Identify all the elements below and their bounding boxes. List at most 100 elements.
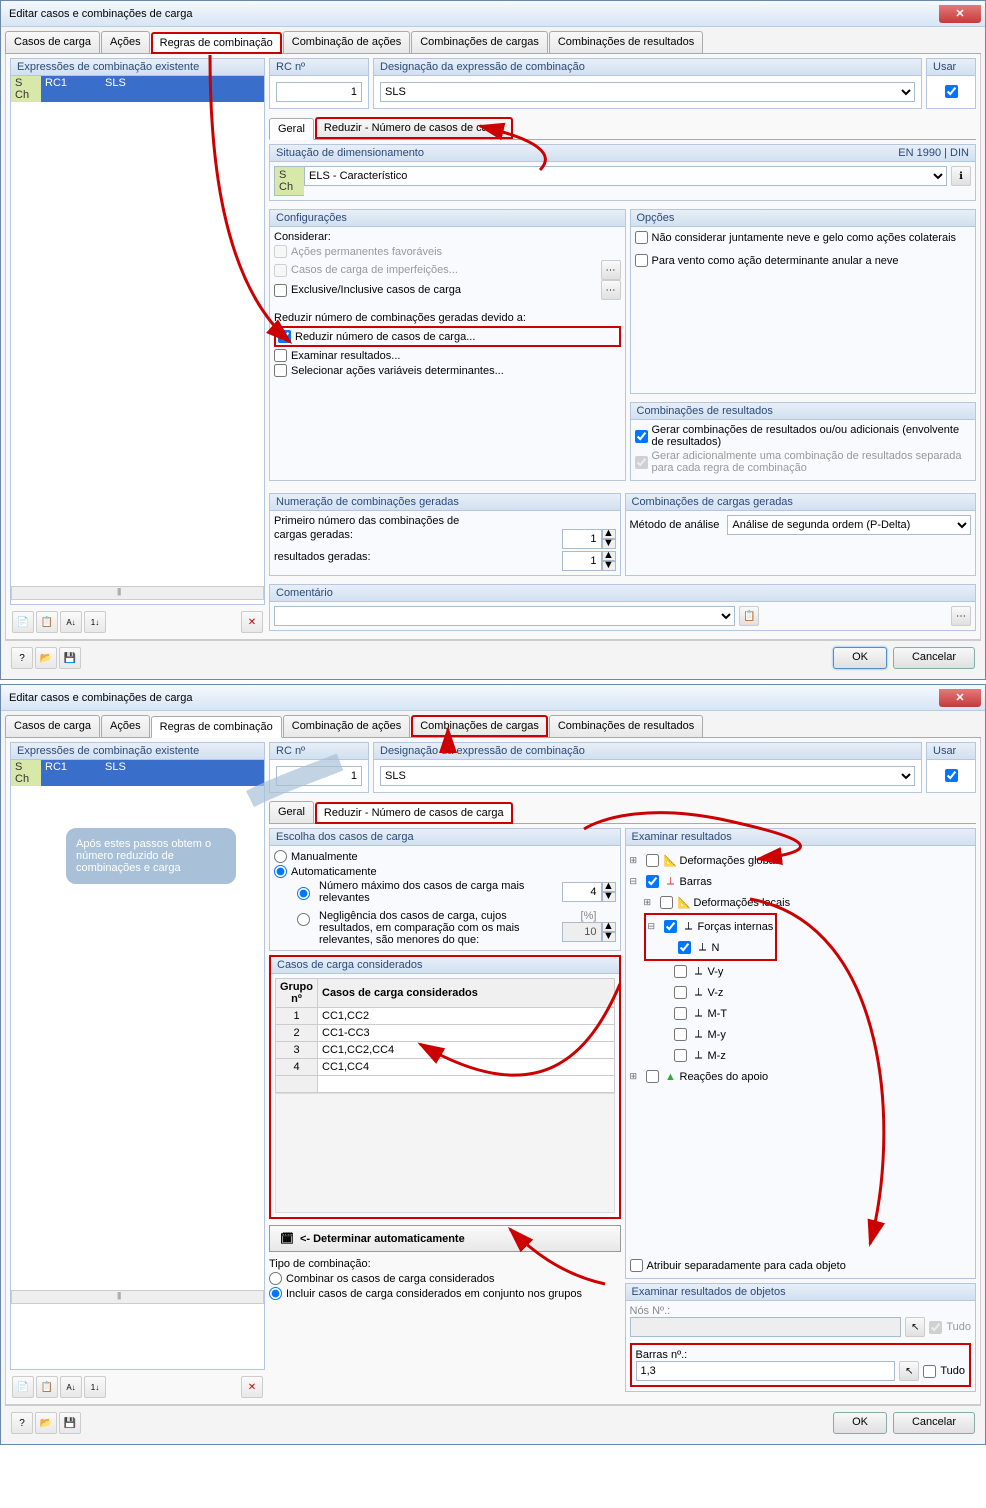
table-row[interactable]: 2CC1-CC3 [276, 1025, 615, 1042]
sort-az-icon[interactable]: A↓ [60, 611, 82, 633]
tab-load-combinations[interactable]: Combinações de cargas [411, 715, 548, 737]
ok-button[interactable]: OK [833, 1412, 887, 1434]
radio-max-relevant[interactable] [297, 887, 310, 900]
edit-icon[interactable]: ⋯ [601, 260, 621, 280]
radio-auto[interactable] [274, 865, 287, 878]
tab-result-combinations[interactable]: Combinações de resultados [549, 31, 703, 53]
pick-icon[interactable]: ↖ [905, 1317, 925, 1337]
negligence-input [562, 922, 602, 942]
bars-input[interactable] [636, 1361, 896, 1381]
sch-tag: S Ch [11, 760, 41, 786]
spin-load-combos[interactable] [562, 529, 602, 549]
chk-gen-result-combo[interactable] [635, 430, 648, 443]
new-icon[interactable]: 📄 [12, 611, 34, 633]
use-checkbox[interactable] [945, 85, 958, 98]
designation-select[interactable]: SLS [380, 82, 915, 102]
designation-select[interactable]: SLS [380, 766, 915, 786]
choice-header: Escolha dos casos de carga [270, 829, 620, 846]
tab-actions[interactable]: Ações [101, 31, 150, 53]
considered-header: Casos de carga considerados [271, 957, 619, 974]
save-icon[interactable]: 💾 [59, 647, 81, 669]
scrollbar[interactable] [11, 586, 264, 600]
tab-action-combinations[interactable]: Combinação de ações [283, 31, 410, 53]
tab-load-cases[interactable]: Casos de carga [5, 715, 100, 737]
open-icon[interactable]: 📂 [35, 647, 57, 669]
table-row[interactable]: 1CC1,CC2 [276, 1008, 615, 1025]
chk-wind-snow[interactable] [635, 254, 648, 267]
numbering-label: Primeiro número das combinações de [274, 515, 616, 527]
cancel-button[interactable]: Cancelar [893, 647, 975, 669]
bars-label: Barras nº.: [636, 1349, 966, 1361]
chk-attr-separate[interactable] [630, 1259, 643, 1272]
tab-combination-rules[interactable]: Regras de combinação [151, 716, 282, 738]
save-icon[interactable]: 💾 [59, 1412, 81, 1434]
list-item[interactable]: S Ch RC1 SLS [11, 76, 264, 102]
chk-select-determinant[interactable] [274, 364, 287, 377]
table-row[interactable]: 4CC1,CC4 [276, 1059, 615, 1076]
max-relevant-input[interactable] [562, 882, 602, 902]
rc-id: RC1 [41, 76, 101, 102]
chk-gen-separate [635, 456, 648, 469]
cancel-button[interactable]: Cancelar [893, 1412, 975, 1434]
spin-down-icon[interactable]: ▼ [602, 561, 616, 571]
delete-icon[interactable]: ✕ [241, 1376, 263, 1398]
sort-az-icon[interactable]: A↓ [60, 1376, 82, 1398]
copy-icon[interactable]: 📋 [36, 611, 58, 633]
determine-auto-button[interactable]: 🗓 <- Determinar automaticamente [269, 1225, 621, 1252]
tab-action-combinations[interactable]: Combinação de ações [283, 715, 410, 737]
tab-combination-rules[interactable]: Regras de combinação [151, 32, 282, 54]
use-checkbox[interactable] [945, 769, 958, 782]
chk-reduce-loadcases[interactable] [278, 330, 291, 343]
spin-down-icon[interactable]: ▼ [602, 892, 616, 902]
ok-button[interactable]: OK [833, 647, 887, 669]
results-tree[interactable]: ⊞📐Deformações globais ⊟⟂Barras ⊞📐Deforma… [630, 850, 972, 1087]
titlebar: Editar casos e combinações de carga ✕ [1, 1, 985, 27]
tab-actions[interactable]: Ações [101, 715, 150, 737]
radio-manual[interactable] [274, 850, 287, 863]
help-icon[interactable]: ? [11, 1412, 33, 1434]
tab-result-combinations[interactable]: Combinações de resultados [549, 715, 703, 737]
close-button[interactable]: ✕ [939, 689, 981, 707]
radio-combine-considered[interactable] [269, 1272, 282, 1285]
delete-icon[interactable]: ✕ [241, 611, 263, 633]
tab-load-combinations[interactable]: Combinações de cargas [411, 31, 548, 53]
design-situation-select[interactable]: ELS - Característico [304, 166, 947, 186]
expression-list[interactable]: S Ch RC1 SLS [11, 76, 264, 586]
tab-load-cases[interactable]: Casos de carga [5, 31, 100, 53]
annotation-callout: Após estes passos obtem o número reduzid… [66, 828, 236, 884]
considered-table: Grupo nºCasos de carga considerados 1CC1… [275, 978, 615, 1093]
open-icon[interactable]: 📂 [35, 1412, 57, 1434]
pick-icon[interactable]: ↖ [899, 1361, 919, 1381]
radio-negligence[interactable] [297, 913, 310, 926]
chk-examine-results[interactable] [274, 349, 287, 362]
table-row[interactable]: 3CC1,CC2,CC4 [276, 1042, 615, 1059]
copy-icon[interactable]: 📋 [36, 1376, 58, 1398]
comment-edit-icon[interactable]: ⋯ [951, 606, 971, 626]
chk-snow-ice[interactable] [635, 231, 648, 244]
tab-reduce[interactable]: Reduzir - Número de casos de carga [315, 117, 513, 139]
tab-general[interactable]: Geral [269, 118, 314, 140]
edit-icon[interactable]: ⋯ [601, 280, 621, 300]
tab-general[interactable]: Geral [269, 801, 314, 823]
rc-no-input[interactable] [276, 82, 362, 102]
spin-result-combos[interactable] [562, 551, 602, 571]
chk-all-bars[interactable] [923, 1365, 936, 1378]
scrollbar[interactable] [11, 1290, 264, 1304]
rc-no-input[interactable] [276, 766, 362, 786]
spin-down-icon[interactable]: ▼ [602, 539, 616, 549]
dialog-window: Editar casos e combinações de carga ✕ Ca… [0, 684, 986, 1445]
comment-select[interactable] [274, 606, 735, 626]
tab-reduce[interactable]: Reduzir - Número de casos de carga [315, 802, 513, 824]
sort-num-icon[interactable]: 1↓ [84, 1376, 106, 1398]
info-icon[interactable]: ℹ [951, 166, 971, 186]
comment-open-icon[interactable]: 📋 [739, 606, 759, 626]
analysis-method-select[interactable]: Análise de segunda ordem (P-Delta) [727, 515, 971, 535]
new-icon[interactable]: 📄 [12, 1376, 34, 1398]
list-item[interactable]: S Ch RC1 SLS [11, 760, 264, 786]
rc-id: RC1 [41, 760, 101, 786]
chk-exclusive[interactable] [274, 284, 287, 297]
sort-num-icon[interactable]: 1↓ [84, 611, 106, 633]
help-icon[interactable]: ? [11, 647, 33, 669]
radio-include-groups[interactable] [269, 1287, 282, 1300]
close-button[interactable]: ✕ [939, 5, 981, 23]
